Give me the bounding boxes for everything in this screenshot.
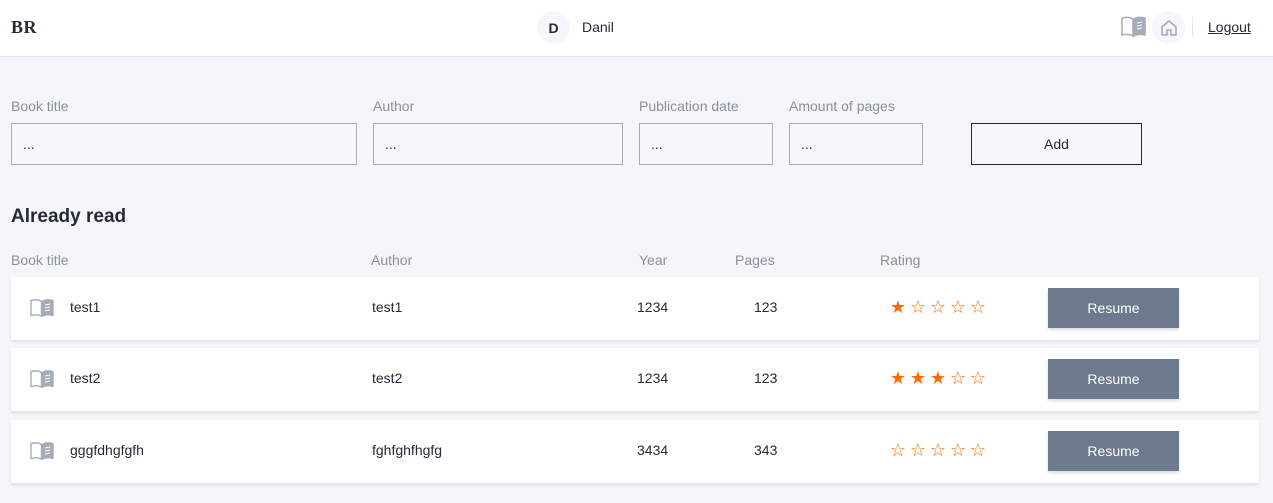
star-empty-icon[interactable]: ☆ bbox=[909, 441, 927, 459]
star-filled-icon[interactable]: ★ bbox=[889, 298, 907, 316]
star-empty-icon[interactable]: ☆ bbox=[929, 298, 947, 316]
book-pages-cell: 123 bbox=[754, 370, 778, 386]
book-icon bbox=[30, 370, 54, 388]
star-empty-icon[interactable]: ☆ bbox=[909, 298, 927, 316]
home-button[interactable] bbox=[1152, 11, 1185, 44]
star-empty-icon[interactable]: ☆ bbox=[949, 298, 967, 316]
column-header-year: Year bbox=[639, 252, 668, 268]
star-empty-icon[interactable]: ☆ bbox=[949, 369, 967, 387]
avatar: D bbox=[537, 11, 570, 44]
header-divider bbox=[1192, 17, 1193, 37]
add-button[interactable]: Add bbox=[971, 123, 1142, 165]
column-header-rating: Rating bbox=[880, 252, 921, 268]
resume-button[interactable]: Resume bbox=[1048, 359, 1179, 399]
table-row: gggfdhgfgfh fghfghfhgfg 3434 343 ☆ ☆ ☆ ☆ ☆ R… bbox=[11, 420, 1259, 483]
rating-stars[interactable]: ★ ★ ★ ☆ ☆ bbox=[889, 369, 987, 387]
star-empty-icon[interactable]: ☆ bbox=[949, 441, 967, 459]
username: Danil bbox=[582, 19, 614, 35]
book-year-cell: 1234 bbox=[637, 370, 669, 386]
book-author-cell: fghfghfhgfg bbox=[372, 442, 443, 458]
app-logo[interactable]: BR bbox=[11, 17, 37, 38]
book-author-cell: test2 bbox=[372, 370, 403, 386]
star-filled-icon[interactable]: ★ bbox=[929, 369, 947, 387]
library-icon[interactable] bbox=[1121, 16, 1146, 38]
star-empty-icon[interactable]: ☆ bbox=[929, 441, 947, 459]
top-header: BR D Danil Logout bbox=[0, 0, 1273, 57]
book-title-cell: gggfdhgfgfh bbox=[70, 442, 144, 458]
book-pages-cell: 343 bbox=[754, 442, 778, 458]
star-filled-icon[interactable]: ★ bbox=[889, 369, 907, 387]
logout-link[interactable]: Logout bbox=[1208, 19, 1251, 35]
star-empty-icon[interactable]: ☆ bbox=[969, 369, 987, 387]
book-year-cell: 3434 bbox=[637, 442, 669, 458]
column-header-title: Book title bbox=[11, 252, 69, 268]
star-empty-icon[interactable]: ☆ bbox=[969, 441, 987, 459]
rating-stars[interactable]: ☆ ☆ ☆ ☆ ☆ bbox=[889, 441, 987, 459]
book-icon bbox=[30, 299, 54, 317]
book-title-cell: test1 bbox=[70, 299, 101, 315]
resume-button[interactable]: Resume bbox=[1048, 431, 1179, 471]
column-header-author: Author bbox=[371, 252, 413, 268]
table-row: test2 test2 1234 123 ★ ★ ★ ☆ ☆ Resume bbox=[11, 348, 1259, 411]
star-empty-icon[interactable]: ☆ bbox=[889, 441, 907, 459]
author-input[interactable] bbox=[373, 123, 623, 165]
book-icon bbox=[30, 442, 54, 460]
publication-date-input[interactable] bbox=[639, 123, 773, 165]
book-year-cell: 1234 bbox=[637, 299, 669, 315]
book-title-cell: test2 bbox=[70, 370, 101, 386]
book-title-input[interactable] bbox=[11, 123, 357, 165]
book-author-cell: test1 bbox=[372, 299, 403, 315]
star-empty-icon[interactable]: ☆ bbox=[969, 298, 987, 316]
pages-amount-input[interactable] bbox=[789, 123, 923, 165]
book-title-label: Book title bbox=[11, 98, 69, 114]
resume-button[interactable]: Resume bbox=[1048, 288, 1179, 328]
book-pages-cell: 123 bbox=[754, 299, 778, 315]
rating-stars[interactable]: ★ ☆ ☆ ☆ ☆ bbox=[889, 298, 987, 316]
author-label: Author bbox=[373, 98, 415, 114]
home-icon bbox=[1160, 19, 1177, 36]
publication-date-label: Publication date bbox=[639, 98, 739, 114]
section-title: Already read bbox=[11, 206, 127, 227]
table-row: test1 test1 1234 123 ★ ☆ ☆ ☆ ☆ Resume bbox=[11, 277, 1259, 340]
pages-amount-label: Amount of pages bbox=[789, 98, 895, 114]
column-header-pages: Pages bbox=[735, 252, 775, 268]
star-filled-icon[interactable]: ★ bbox=[909, 369, 927, 387]
